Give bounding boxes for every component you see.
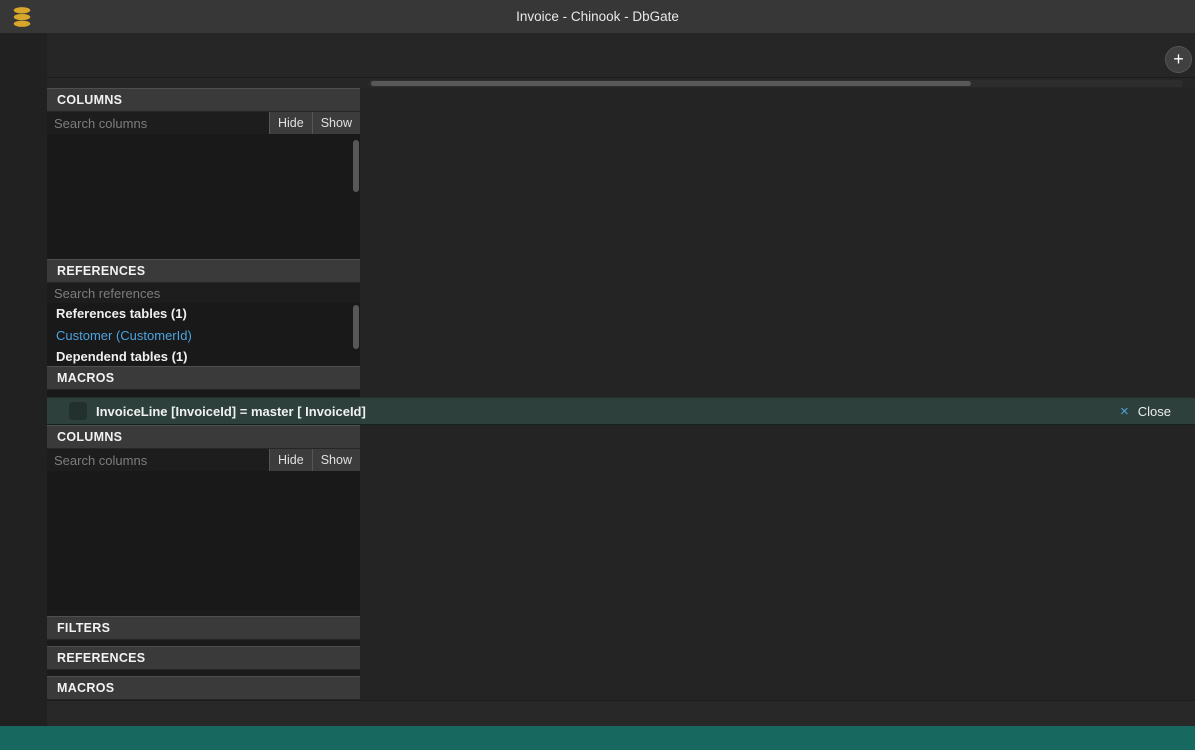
detail-side-panel: COLUMNS Hide Show FILTERS REFERENCES MAC… [47,425,360,700]
hide-button[interactable]: Hide [269,112,312,134]
references-group-label: References tables (1) [56,303,360,324]
panel-title: COLUMNS [57,430,122,444]
new-tab-button[interactable]: + [1165,46,1192,73]
panel-filler [47,390,360,397]
workspace: + COLUMNS Hide Show REFERENCES Refe [47,33,1195,726]
columns-tree [47,134,360,259]
dbgate-app: Invoice - Chinook - DbGate + COLUMNS Hid… [0,0,1195,750]
scroll-thumb[interactable] [371,81,971,86]
search-columns-input[interactable] [47,449,269,471]
reference-detail-bar: InvoiceLine [InvoiceId] = master [ Invoi… [47,397,1195,425]
references-list: References tables (1) Customer (Customer… [47,303,360,366]
query-tab-row [47,50,1195,78]
detail-section: COLUMNS Hide Show FILTERS REFERENCES MAC… [47,425,1195,700]
reference-link-label: Customer (CustomerId) [56,328,192,343]
panel-filler [47,578,360,610]
connection-tab-row [47,33,1195,50]
show-button[interactable]: Show [312,449,360,471]
columns-search-row: Hide Show [47,112,360,134]
close-reference-button[interactable]: × Close [1120,403,1173,420]
references-panel-header[interactable]: REFERENCES [47,646,360,670]
master-grid [360,88,1195,397]
master-section: COLUMNS Hide Show REFERENCES References … [47,88,1195,397]
show-button[interactable]: Show [312,112,360,134]
activity-bar [0,33,47,726]
grid-toolbar [47,700,1195,726]
close-x-icon[interactable]: × [1120,403,1129,420]
master-side-panel: COLUMNS Hide Show REFERENCES References … [47,88,360,397]
grid-top-scrollbar[interactable] [369,80,1183,87]
panel-title: MACROS [57,681,114,695]
hide-button[interactable]: Hide [269,449,312,471]
status-bar [0,726,1195,750]
filters-panel-header[interactable]: FILTERS [47,616,360,640]
detail-grid [360,425,1195,700]
link-icon [69,402,87,420]
columns-tree [47,471,360,578]
panel-title: COLUMNS [57,93,122,107]
macros-panel-header[interactable]: MACROS [47,676,360,700]
scroll-thumb[interactable] [353,140,359,192]
references-search-row [47,283,360,303]
columns-search-row: Hide Show [47,449,360,471]
reference-link[interactable]: Customer (CustomerId) [56,324,360,346]
app-logo-icon [11,6,33,28]
columns-panel-header[interactable]: COLUMNS [47,425,360,449]
search-references-input[interactable] [47,283,360,303]
window-title: Invoice - Chinook - DbGate [516,9,679,24]
title-bar: Invoice - Chinook - DbGate [0,0,1195,33]
reference-bar-label: InvoiceLine [InvoiceId] = master [ Invoi… [96,404,366,419]
columns-panel-header[interactable]: COLUMNS [47,88,360,112]
panel-title: REFERENCES [57,264,145,278]
search-columns-input[interactable] [47,112,269,134]
references-group-label: Dependend tables (1) [56,346,360,366]
panel-title: MACROS [57,371,114,385]
panel-title: REFERENCES [57,651,145,665]
macros-panel-header[interactable]: MACROS [47,366,360,390]
close-label: Close [1138,404,1171,419]
scroll-thumb[interactable] [353,305,359,349]
references-panel-header[interactable]: REFERENCES [47,259,360,283]
panel-title: FILTERS [57,621,110,635]
